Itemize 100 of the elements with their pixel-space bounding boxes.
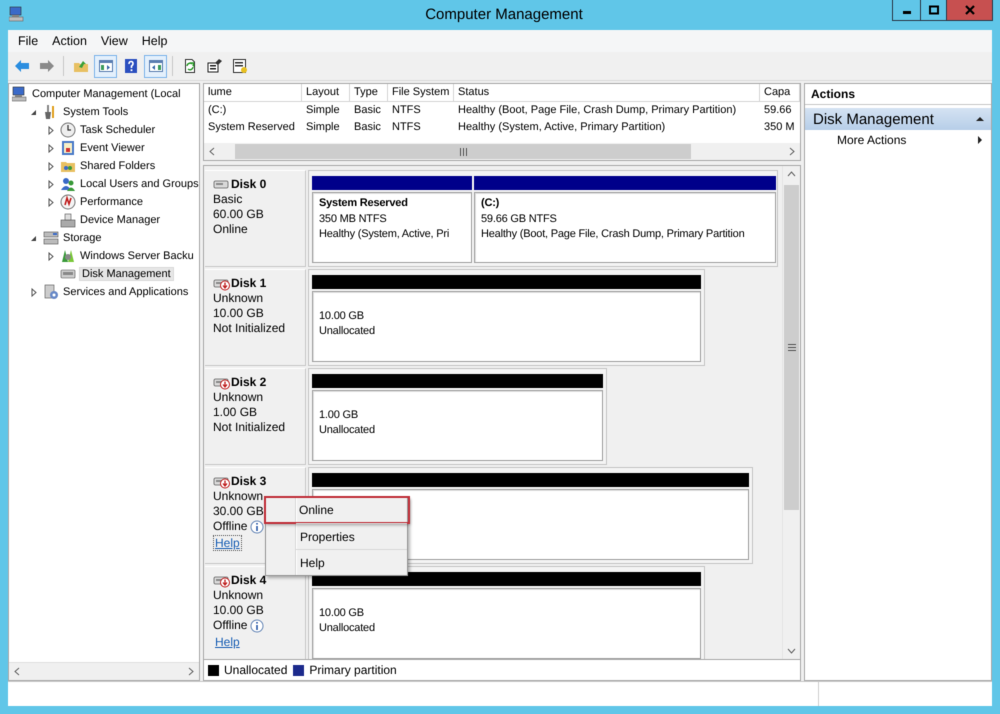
collapsed-arrow-icon[interactable] bbox=[46, 144, 55, 153]
disk-type: Unknown bbox=[213, 291, 264, 306]
table-cell-text: NTFS bbox=[391, 120, 422, 136]
column-header[interactable]: Status bbox=[454, 84, 760, 102]
column-header[interactable]: File System bbox=[388, 84, 454, 102]
expanded-arrow-icon[interactable] bbox=[29, 234, 38, 243]
tree-item[interactable]: Task Scheduler bbox=[79, 123, 156, 138]
tree-item[interactable]: Shared Folders bbox=[79, 159, 156, 174]
help-link[interactable]: Help bbox=[213, 634, 242, 650]
table-cell-text: Healthy (System, Active, Primary Partition) bbox=[457, 120, 666, 136]
disk-info-panel[interactable]: Disk 0 Basic 60.00 GB Online bbox=[205, 170, 306, 268]
tree-item[interactable]: Computer Management (Local bbox=[31, 87, 182, 102]
tree-item[interactable]: Services and Applications bbox=[62, 285, 190, 300]
disk-status: Offline bbox=[213, 618, 248, 634]
tree-item[interactable]: Disk Management bbox=[79, 267, 174, 282]
event-log-icon bbox=[60, 140, 76, 156]
collapsed-arrow-icon[interactable] bbox=[46, 180, 55, 189]
help-link[interactable]: Help bbox=[213, 535, 242, 552]
disk-info-panel[interactable]: Disk 4 Unknown 10.00 GB Offline Help bbox=[205, 566, 306, 660]
forward-arrow-icon bbox=[38, 58, 54, 74]
menu-item[interactable]: Help bbox=[134, 34, 174, 48]
collapsed-arrow-icon[interactable] bbox=[46, 162, 55, 171]
collapsed-arrow-icon[interactable] bbox=[46, 126, 55, 135]
back-arrow-icon bbox=[14, 58, 30, 74]
computer-icon bbox=[12, 86, 28, 102]
disk-status: Not Initialized bbox=[213, 420, 286, 436]
disk-size: 10.00 GB bbox=[213, 306, 265, 322]
menu-item[interactable]: Help bbox=[296, 549, 407, 575]
disk-info-panel[interactable]: Disk 1 Unknown 10.00 GB Not Initialized bbox=[205, 269, 306, 366]
partition-box[interactable]: System Reserved 350 MB NTFS Healthy (System, Active, Pri bbox=[312, 192, 472, 264]
expanded-arrow-icon[interactable] bbox=[29, 108, 38, 117]
action-link[interactable]: More Actions bbox=[837, 133, 906, 148]
tree-item[interactable]: Windows Server Backu bbox=[79, 249, 195, 264]
partition-status: Unallocated bbox=[319, 621, 376, 636]
disk-status: Online bbox=[213, 222, 248, 238]
partition-size: 10.00 GB bbox=[319, 308, 365, 324]
grip-icon[interactable] bbox=[458, 148, 468, 156]
tree-pane-button[interactable] bbox=[94, 54, 117, 78]
tree-item[interactable]: Local Users and Groups bbox=[79, 177, 199, 192]
disk-info-panel[interactable]: Disk 2 Unknown 1.00 GB Not Initialized bbox=[205, 368, 306, 466]
table-cell-text: Basic bbox=[353, 103, 382, 118]
collapsed-arrow-icon[interactable] bbox=[46, 198, 55, 207]
table-cell-text: Simple bbox=[305, 120, 341, 136]
tree-item[interactable]: System Tools bbox=[62, 105, 130, 120]
minimize-button[interactable] bbox=[892, 0, 921, 21]
menu-item[interactable]: Action bbox=[45, 34, 94, 48]
column-header[interactable]: Type bbox=[350, 84, 388, 102]
backup-icon bbox=[60, 248, 76, 264]
gauge-icon bbox=[60, 194, 76, 210]
submenu-arrow-icon bbox=[977, 135, 983, 146]
pane-layout-icon bbox=[148, 58, 164, 74]
info-icon[interactable] bbox=[250, 520, 264, 534]
pane-title: Actions bbox=[805, 84, 991, 106]
partition-box[interactable]: 10.00 GB Unallocated bbox=[312, 588, 701, 660]
tree-item[interactable]: Performance bbox=[79, 195, 144, 210]
services-icon bbox=[43, 284, 59, 300]
partition-size: 350 MB NTFS bbox=[319, 212, 388, 227]
menu-item[interactable]: Properties bbox=[296, 523, 407, 549]
table-cell-text: 59.66 bbox=[763, 103, 793, 118]
disk-type: Unknown bbox=[213, 489, 264, 504]
partition-box[interactable]: 1.00 GB Unallocated bbox=[312, 390, 603, 462]
column-header[interactable]: Capa bbox=[760, 84, 800, 102]
collapsed-arrow-icon[interactable] bbox=[46, 252, 55, 261]
partition-box[interactable]: (C:) 59.66 GB NTFS Healthy (Boot, Page File, Crash Dump, Primary Partition bbox=[474, 192, 776, 264]
action-pane-button[interactable] bbox=[144, 54, 167, 78]
partition-status: Healthy (Boot, Page File, Crash Dump, Primary Partition bbox=[481, 227, 746, 242]
column-header[interactable]: lume bbox=[204, 84, 302, 102]
info-icon[interactable] bbox=[250, 618, 264, 633]
folder-up-icon bbox=[72, 58, 88, 74]
close-button[interactable] bbox=[946, 0, 993, 21]
collapsed-arrow-icon[interactable] bbox=[29, 288, 38, 297]
partition-box[interactable]: 10.00 GB Unallocated bbox=[312, 291, 701, 362]
tree-item[interactable]: Event Viewer bbox=[79, 141, 146, 156]
disk-type: Unknown bbox=[213, 390, 264, 406]
users-icon bbox=[60, 176, 76, 192]
disk-name: Disk 2 bbox=[231, 375, 266, 390]
table-cell-text: Basic bbox=[353, 120, 382, 136]
horizontal-scrollbar[interactable] bbox=[9, 662, 199, 680]
table-cell-text: NTFS bbox=[391, 103, 422, 118]
section-title: Disk Management bbox=[813, 110, 934, 128]
table-cell-text: Healthy (Boot, Page File, Crash Dump, Primary Partition) bbox=[457, 103, 738, 118]
tree-item[interactable]: Device Manager bbox=[79, 213, 162, 228]
close-icon[interactable] bbox=[964, 4, 976, 16]
disk-size: 10.00 GB bbox=[213, 603, 265, 618]
table-cell-text: 350 M bbox=[763, 120, 796, 136]
disk-name: Disk 0 bbox=[231, 177, 266, 192]
vertical-scrollbar[interactable] bbox=[782, 166, 800, 660]
maximize-icon[interactable] bbox=[928, 4, 940, 16]
tree-item[interactable]: Storage bbox=[62, 231, 103, 246]
menu-item[interactable]: View bbox=[94, 34, 135, 48]
partition-size: 59.66 GB NTFS bbox=[481, 212, 558, 227]
disk-type: Basic bbox=[213, 192, 244, 208]
disk-size: 60.00 GB bbox=[213, 207, 265, 222]
grip-icon[interactable] bbox=[788, 343, 796, 352]
column-header[interactable]: Layout bbox=[302, 84, 350, 102]
disk-name: Disk 3 bbox=[231, 474, 266, 490]
device-icon bbox=[60, 212, 76, 228]
menu-item[interactable]: File bbox=[11, 34, 46, 48]
section-header[interactable]: Disk Management bbox=[805, 108, 991, 130]
legend-label: Primary partition bbox=[309, 663, 397, 678]
